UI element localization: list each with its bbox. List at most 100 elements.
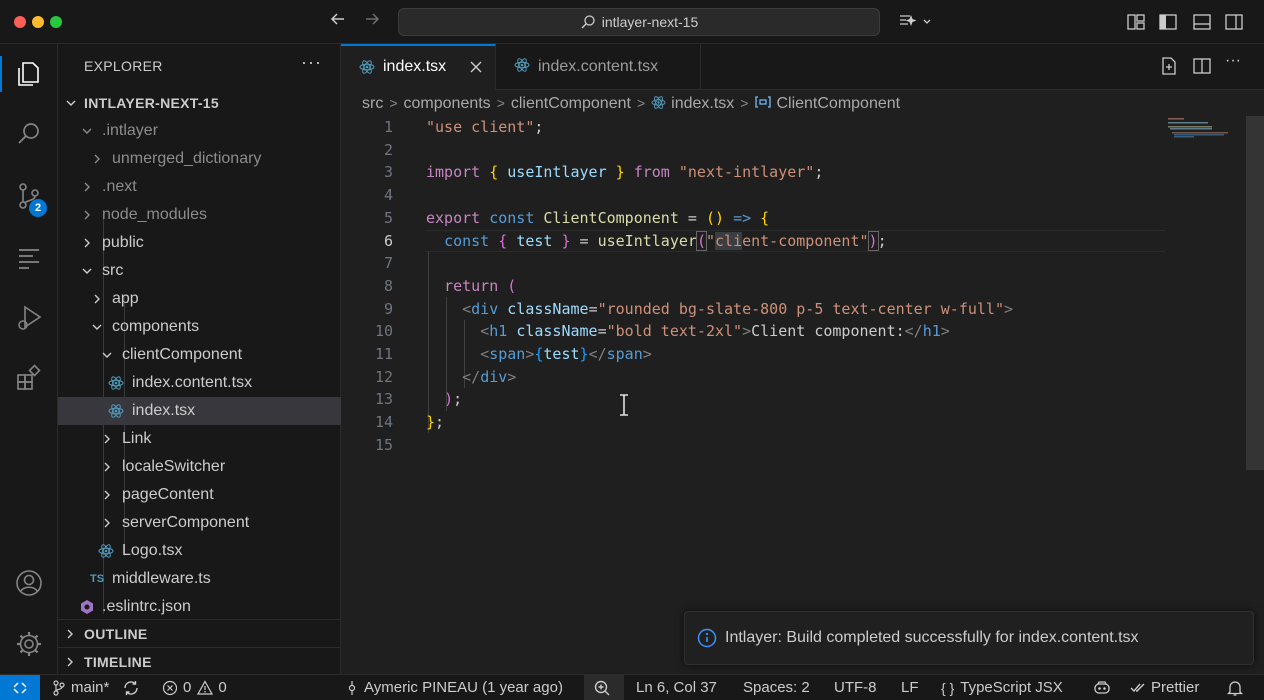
run-and-debug-icon[interactable]	[0, 294, 58, 342]
notifications-bell-icon[interactable]	[1226, 675, 1249, 700]
outline-section-label: OUTLINE	[84, 626, 148, 642]
chevron-down-icon	[64, 89, 78, 117]
close-window-button[interactable]	[14, 16, 26, 28]
command-center-search[interactable]: intlayer-next-15	[398, 8, 880, 36]
timeline-section[interactable]: TIMELINE	[58, 647, 341, 675]
language-status[interactable]: { } TypeScript JSX	[941, 675, 1063, 700]
tree-item-label: src	[102, 262, 124, 279]
minimap[interactable]	[1166, 116, 1246, 146]
tree-item-servercomponent[interactable]: serverComponent	[58, 509, 341, 537]
code-editor[interactable]: 1 "use client"; 2 3 import { useIntlayer }…	[341, 116, 1241, 456]
tree-item-pagecontent[interactable]: pageContent	[58, 481, 341, 509]
error-icon	[162, 680, 178, 696]
workspace-root-label: INTLAYER-NEXT-15	[84, 95, 219, 111]
close-icon[interactable]	[469, 46, 483, 88]
tree-item-public[interactable]: public	[58, 229, 341, 257]
workspace-root[interactable]: INTLAYER-NEXT-15	[58, 89, 341, 117]
tree-item-label: clientComponent	[122, 346, 243, 363]
activity-bar: 2	[0, 44, 58, 674]
encoding-status[interactable]: UTF-8	[834, 675, 877, 700]
toggle-panel-icon[interactable]	[1192, 12, 1212, 32]
tree-item-link[interactable]: Link	[58, 425, 341, 453]
extensions-icon[interactable]	[0, 354, 58, 402]
explorer-icon[interactable]	[0, 50, 58, 98]
eol-status[interactable]: LF	[901, 675, 919, 700]
tree-item-unmerged-dictionary[interactable]: unmerged_dictionary	[58, 145, 341, 173]
line-number: 13	[374, 390, 393, 409]
breadcrumb-item[interactable]: components	[404, 95, 491, 112]
toggle-secondary-sidebar-icon[interactable]	[1224, 12, 1244, 32]
breadcrumb-item[interactable]: clientComponent	[511, 95, 631, 112]
tab-index-tsx[interactable]: index.tsx	[341, 44, 496, 90]
code-line: 2	[341, 139, 1241, 162]
breadcrumb-item[interactable]: src	[362, 95, 383, 112]
toggle-primary-sidebar-icon[interactable]	[1158, 12, 1178, 32]
tree-item-logo-tsx[interactable]: Logo.tsx	[58, 537, 341, 565]
open-changes-icon[interactable]	[1159, 56, 1179, 79]
gear-icon[interactable]	[0, 620, 58, 668]
tree-item-label: app	[112, 290, 139, 307]
braces-icon: { }	[941, 680, 955, 696]
warning-count: 0	[218, 679, 227, 696]
tree-item-clientcomponent[interactable]: clientComponent	[58, 341, 341, 369]
tab-index-content-tsx[interactable]: index.content.tsx	[496, 44, 701, 90]
cursor-position[interactable]: Ln 6, Col 37	[636, 675, 717, 700]
tree-item-src[interactable]: src	[58, 257, 341, 285]
react-icon	[514, 44, 530, 86]
zoom-in-icon[interactable]	[584, 675, 624, 700]
remote-indicator-icon[interactable]	[0, 675, 40, 700]
arrow-right-icon[interactable]	[360, 10, 384, 34]
breadcrumb-item[interactable]: index.tsx	[671, 95, 734, 112]
minimize-window-button[interactable]	[32, 16, 44, 28]
tree-item-index-content-tsx[interactable]: index.content.tsx	[58, 369, 341, 397]
customize-layout-icon[interactable]	[1126, 12, 1146, 32]
react-icon	[107, 397, 125, 425]
tree-item-node-modules[interactable]: node_modules	[58, 201, 341, 229]
tree-item-components[interactable]: components	[58, 313, 341, 341]
typescript-icon: TS	[89, 573, 105, 585]
tree-item-label: Link	[122, 430, 152, 447]
indentation-status[interactable]: Spaces: 2	[743, 675, 810, 700]
tree-item-label: unmerged_dictionary	[112, 150, 262, 167]
tree-item-index-tsx[interactable]: index.tsx	[58, 397, 341, 425]
notification-toast[interactable]: Intlayer: Build completed successfully f…	[684, 611, 1254, 665]
tree-item-localeswitcher[interactable]: localeSwitcher	[58, 453, 341, 481]
tree-item-eslintrc-json[interactable]: .eslintrc.json	[58, 593, 341, 621]
tree-item-next[interactable]: .next	[58, 173, 341, 201]
source-control-icon[interactable]: 2	[0, 172, 58, 220]
chevron-down-icon	[90, 313, 104, 341]
sync-icon[interactable]	[122, 675, 145, 700]
tab-label: index.content.tsx	[538, 58, 659, 75]
tree-item-label: components	[112, 318, 200, 335]
tree-item-app[interactable]: app	[58, 285, 341, 313]
double-check-icon	[1130, 683, 1145, 693]
timeline-view-icon[interactable]	[0, 234, 58, 282]
breadcrumb-item[interactable]: ClientComponent	[776, 95, 900, 112]
title-bar: intlayer-next-15	[0, 0, 1264, 44]
git-blame-status[interactable]: Aymeric PINEAU (1 year ago)	[345, 675, 563, 700]
warning-icon	[197, 680, 214, 695]
line-number: 4	[383, 186, 393, 205]
chevron-right-icon	[80, 201, 94, 229]
search-icon[interactable]	[0, 110, 58, 158]
split-editor-icon[interactable]	[1192, 56, 1212, 79]
branch-status[interactable]: main*	[52, 675, 109, 700]
more-actions-icon[interactable]: ···	[301, 52, 322, 73]
accounts-icon[interactable]	[0, 559, 58, 607]
problems-status[interactable]: 0 0	[162, 675, 227, 700]
copilot-sparkle-icon[interactable]	[898, 12, 934, 32]
outline-section[interactable]: OUTLINE	[58, 619, 341, 647]
prettier-status[interactable]: Prettier	[1130, 675, 1199, 700]
tree-item-middleware-ts[interactable]: TS middleware.ts	[58, 565, 341, 593]
info-icon	[697, 628, 717, 648]
vertical-scrollbar[interactable]	[1246, 116, 1264, 470]
tree-item-intlayer[interactable]: .intlayer	[58, 117, 341, 145]
copilot-icon[interactable]	[1093, 675, 1116, 700]
chevron-down-icon	[100, 341, 114, 369]
arrow-left-icon[interactable]	[326, 10, 350, 34]
tree-item-label: Logo.tsx	[122, 542, 183, 559]
code-line: 11 <span>{test}</span>	[341, 343, 1241, 366]
symbol-variable-icon	[755, 96, 772, 108]
more-actions-icon[interactable]: ···	[1225, 52, 1241, 70]
maximize-window-button[interactable]	[50, 16, 62, 28]
